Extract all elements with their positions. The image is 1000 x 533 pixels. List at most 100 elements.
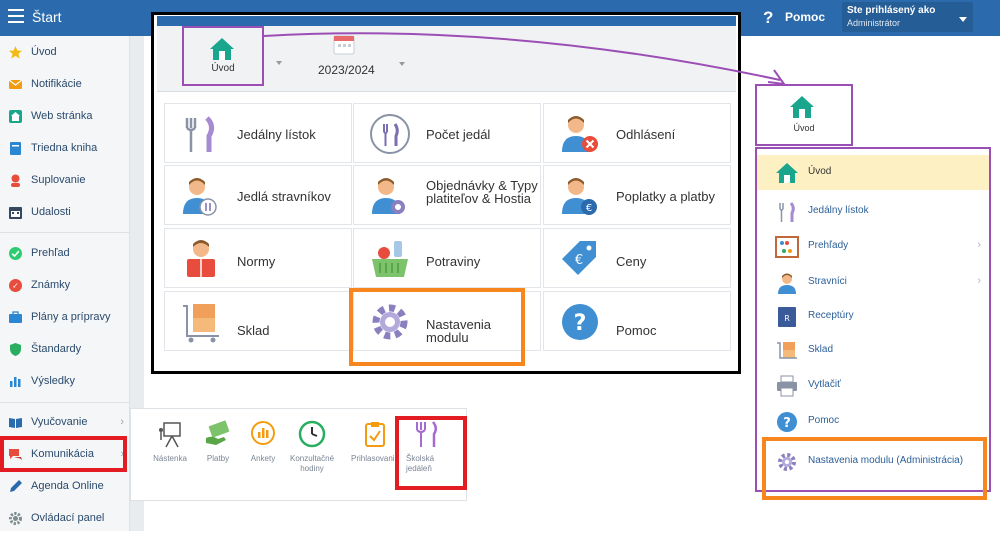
- right-menu-label: Jedálny lístok: [808, 205, 869, 216]
- sidebar-item-plany[interactable]: Plány a prípravy: [0, 304, 130, 332]
- right-menu-item-prehlady[interactable]: Prehľady ›: [757, 229, 989, 264]
- svg-text:?: ?: [574, 311, 587, 336]
- sidebar-item-udalosti[interactable]: Udalosti: [0, 199, 130, 227]
- book-icon: [10, 142, 21, 155]
- user-euro-icon: €: [562, 178, 597, 215]
- sidebar-item-prehlad[interactable]: Prehľad: [0, 240, 130, 268]
- help-link[interactable]: Pomoc: [785, 10, 825, 24]
- substitution-icon: [11, 174, 20, 187]
- tile-label: Potraviny: [426, 254, 481, 269]
- sidebar-item-standardy[interactable]: Štandardy: [0, 336, 130, 364]
- chevron-right-icon: ›: [977, 239, 981, 251]
- app-title[interactable]: Štart: [32, 9, 62, 25]
- easel-board-icon: [159, 422, 181, 448]
- sidebar-item-uvod[interactable]: Úvod: [0, 39, 130, 67]
- tile-pomoc[interactable]: ? Pomoc: [543, 291, 731, 351]
- envelope-icon: [8, 79, 23, 89]
- reading-person-icon: [187, 240, 215, 277]
- tile-jedla-stravnikov[interactable]: Jedlá stravníkov: [164, 165, 352, 225]
- tile-pocet-jedal[interactable]: Počet jedál: [353, 103, 541, 163]
- money-hand-icon: [206, 420, 230, 445]
- star-icon: [8, 46, 23, 59]
- user-menu[interactable]: Ste prihlásený ako Administrátor: [842, 2, 973, 32]
- sidebar-item-vysledky[interactable]: Výsledky: [0, 368, 130, 396]
- right-menu-item-vytlacit[interactable]: Vytlačiť: [757, 368, 989, 403]
- highlight-nastavenia-modulu: [349, 288, 525, 366]
- right-menu-item-jedalny-listok[interactable]: Jedálny lístok: [757, 194, 989, 229]
- sidebar-item-znamky[interactable]: ✓ Známky: [0, 272, 130, 300]
- sidebar-item-label: Plány a prípravy: [31, 311, 111, 323]
- home-icon: [9, 110, 22, 123]
- tile-label: Normy: [237, 254, 276, 269]
- menu-icon[interactable]: [8, 9, 24, 23]
- tab-home-label: Úvod: [211, 63, 235, 74]
- tile-potraviny[interactable]: Potraviny: [353, 228, 541, 288]
- sidebar-item-label: Suplovanie: [31, 174, 86, 186]
- svg-text:€: €: [575, 253, 583, 268]
- tile-jedalny-listok[interactable]: Jedálny lístok: [164, 103, 352, 163]
- sidebar-item-agenda-online[interactable]: Agenda Online: [0, 473, 130, 501]
- sidebar-divider: [0, 402, 130, 403]
- fork-knife-icon: [185, 116, 215, 152]
- tile-objednavky[interactable]: Objednávky & Typy platiteľov & Hostia: [353, 165, 541, 225]
- sidebar-item-label: Agenda Online: [31, 480, 104, 492]
- tab-home[interactable]: Úvod: [182, 26, 264, 86]
- question-icon: ?: [562, 304, 598, 340]
- grades-icon: ✓: [9, 279, 22, 292]
- right-menu-home-tab[interactable]: Úvod: [755, 84, 853, 146]
- recipe-book-icon: R: [778, 307, 796, 327]
- sidebar-item-label: Vyučovanie: [31, 416, 88, 428]
- question-icon[interactable]: ?: [763, 8, 773, 28]
- right-menu-label: Prehľady: [808, 240, 849, 251]
- sidebar-item-web-stranka[interactable]: Web stránka: [0, 103, 130, 131]
- home-icon: [776, 163, 798, 183]
- svg-text:✓: ✓: [12, 282, 19, 291]
- sidebar-item-label: Prehľad: [31, 247, 70, 259]
- flyout-item-konzultacne-hodiny[interactable]: Konzultačné hodiny: [288, 420, 336, 474]
- right-menu-home-label: Úvod: [793, 123, 815, 133]
- right-menu-item-receptury[interactable]: R Receptúry: [757, 299, 989, 334]
- right-menu-item-uvod[interactable]: Úvod: [757, 155, 989, 190]
- book-open-icon: [9, 418, 22, 428]
- annotation-arrow: [263, 32, 787, 86]
- tile-ceny[interactable]: € Ceny: [543, 228, 731, 288]
- right-menu-item-stravnici[interactable]: Stravníci ›: [757, 265, 989, 300]
- sidebar-item-vyucovanie[interactable]: Vyučovanie ›: [0, 409, 130, 437]
- clock-icon: [298, 420, 326, 448]
- home-icon: [210, 38, 234, 60]
- tile-label: Počet jedál: [426, 127, 491, 142]
- sidebar-item-label: Úvod: [31, 46, 57, 58]
- sidebar-item-notifikacie[interactable]: Notifikácie: [0, 71, 130, 99]
- pen-icon: [10, 480, 22, 492]
- flyout-item-nastenka[interactable]: Nástenka: [146, 420, 194, 464]
- tile-normy[interactable]: Normy: [164, 228, 352, 288]
- sidebar-item-label: Ovládací panel: [31, 512, 105, 524]
- bar-chart-icon: [10, 377, 21, 387]
- right-menu-label: Úvod: [808, 166, 832, 177]
- sidebar-item-triedna-kniha[interactable]: Triedna kniha: [0, 135, 130, 163]
- tile-sklad[interactable]: Sklad: [164, 291, 352, 351]
- sidebar-item-suplovanie[interactable]: Suplovanie: [0, 167, 130, 195]
- shield-icon: [10, 343, 21, 356]
- highlight-skolska-jedalen: [395, 416, 467, 490]
- user-food-icon: [183, 178, 217, 216]
- price-tag-icon: €: [562, 241, 596, 275]
- sidebar-item-ovladaci-panel[interactable]: Ovládací panel: [0, 505, 130, 533]
- user-menu-caption: Ste prihlásený ako: [847, 5, 936, 16]
- user-icon: [778, 273, 796, 294]
- right-menu-label: Receptúry: [808, 310, 854, 321]
- clipboard-check-icon: [365, 422, 385, 447]
- sidebar-item-label: Štandardy: [31, 343, 82, 355]
- abacus-icon: [775, 236, 799, 258]
- flyout-item-ankety[interactable]: Ankety: [239, 420, 287, 464]
- grocery-basket-icon: [372, 241, 408, 277]
- tile-poplatky[interactable]: € Poplatky a platby: [543, 165, 731, 225]
- tile-label: Jedálny lístok: [237, 127, 316, 142]
- sidebar-item-label: Udalosti: [31, 206, 71, 218]
- right-menu-item-pomoc[interactable]: ? Pomoc: [757, 404, 989, 439]
- right-menu-item-sklad[interactable]: Sklad: [757, 333, 989, 368]
- plate-cutlery-icon: [370, 114, 410, 154]
- chevron-down-icon: [959, 17, 967, 22]
- flyout-item-platby[interactable]: Platby: [194, 420, 242, 464]
- tile-odhlaseni[interactable]: Odhlásení: [543, 103, 731, 163]
